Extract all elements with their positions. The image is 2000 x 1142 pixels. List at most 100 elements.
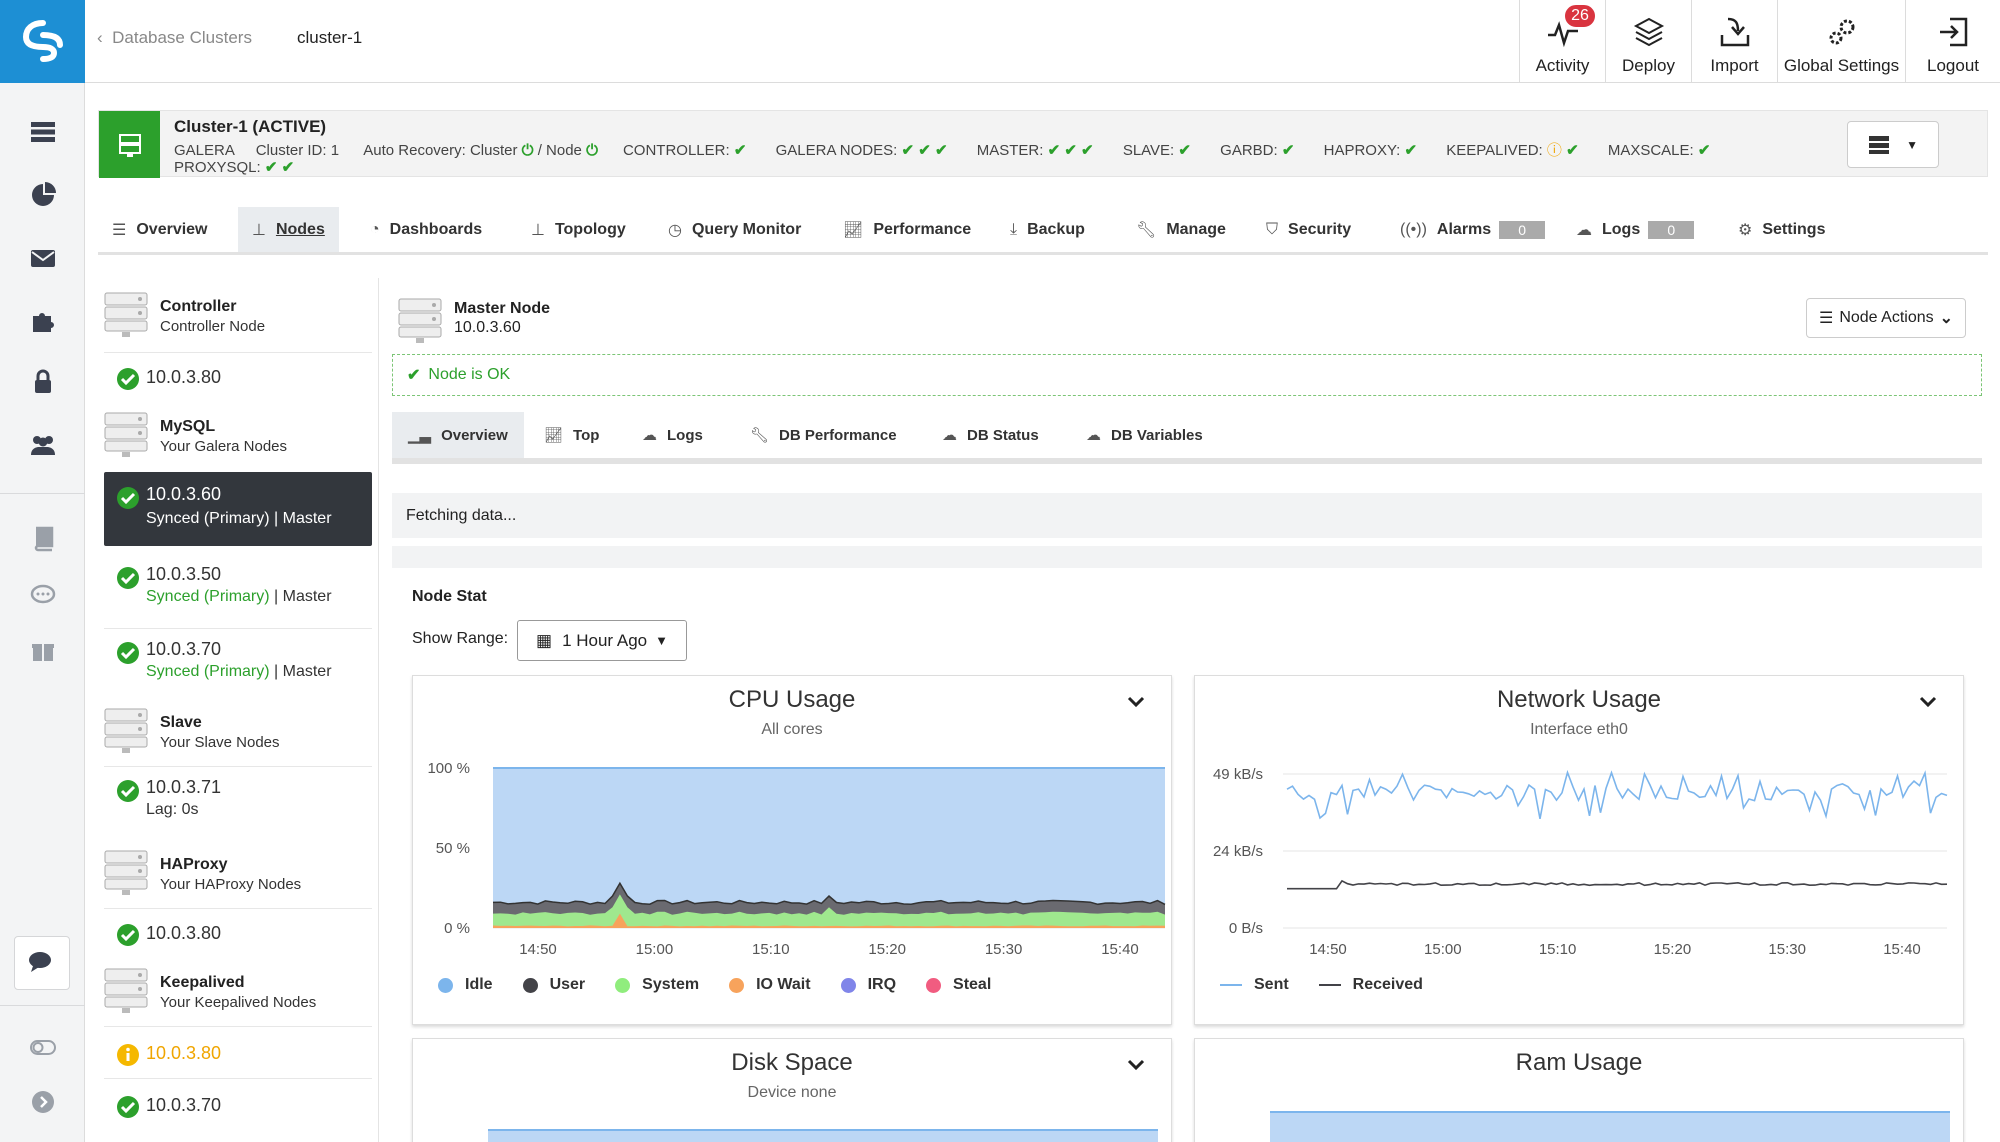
legend-item[interactable]: Steal [926, 976, 991, 994]
tab-backup-label: Backup [1027, 220, 1085, 238]
node-ip: 10.0.3.80 [146, 1043, 222, 1063]
tab-query-monitor[interactable]: ◷ Query Monitor [668, 207, 801, 252]
cluster-actions-dropdown[interactable]: ▼ [1847, 121, 1939, 168]
subtab-db-variables[interactable]: ☁︎ DB Variables [1086, 412, 1203, 458]
breadcrumb-back-link[interactable]: ‹ Database Clusters [97, 28, 252, 48]
y-tick-label: 100 % [427, 760, 470, 777]
subtab-overview-label: Overview [441, 426, 508, 444]
chevron-down-icon[interactable] [1919, 696, 1937, 708]
chart-title: Disk Space [731, 1049, 853, 1076]
node-item[interactable]: 10.0.3.80 [104, 908, 372, 960]
chevron-down-icon[interactable] [1127, 696, 1145, 708]
tab-overview[interactable]: ☰ Overview [112, 207, 208, 252]
legend-item[interactable]: Idle [438, 976, 493, 994]
cpu-usage-card: 100 % 50 % 0 % 14:50 15:00 15:10 15:20 15:30 15:… [412, 675, 1172, 1025]
legend-item[interactable]: System [615, 976, 699, 994]
tab-backup[interactable]: ⤓ Backup [1010, 207, 1085, 252]
tab-security[interactable]: ⛉ Security [1266, 207, 1351, 252]
subtab-top[interactable]: 📈︎ Top [544, 412, 599, 458]
tab-settings[interactable]: ⚙︎ Settings [1738, 207, 1825, 252]
list-icon: ☰ [112, 221, 127, 239]
legend-item[interactable]: IO Wait [729, 976, 811, 994]
subtab-db-status[interactable]: ☁︎ DB Status [942, 412, 1039, 458]
logout-button[interactable]: Logout [1905, 0, 2000, 83]
tab-nodes[interactable]: ⊥ Nodes [238, 207, 339, 252]
node-item[interactable]: 10.0.3.71 Lag: 0s [104, 766, 372, 838]
proxysql-status-label: PROXYSQL: [174, 159, 261, 176]
legend-item[interactable]: Sent [1220, 976, 1289, 994]
legend-item[interactable]: User [522, 976, 585, 994]
group-title: MySQL [160, 418, 216, 435]
global-settings-button[interactable]: Global Settings [1777, 0, 1905, 83]
chart-subtitle: Interface eth0 [1530, 721, 1628, 738]
subtab-logs[interactable]: ☁︎ Logs [642, 412, 703, 458]
node-item[interactable]: 10.0.3.70 [104, 1078, 372, 1130]
tab-dashboards[interactable]: ◔ Dashboards [370, 207, 482, 252]
tab-logs[interactable]: ☁︎ Logs 0 [1576, 207, 1695, 252]
node-ip: 10.0.3.50 [146, 564, 222, 584]
subtab-db-performance-label: DB Performance [779, 426, 897, 444]
book-icon[interactable] [0, 518, 85, 558]
y-tick-label: 24 kB/s [1213, 843, 1263, 860]
legend-item[interactable]: IRQ [840, 976, 896, 994]
legend-label: System [642, 976, 700, 993]
node-item[interactable]: 10.0.3.50 Synced (Primary) | Master [104, 554, 372, 628]
line-chart-icon: 📈︎ [843, 221, 864, 239]
comments-icon [29, 952, 51, 972]
x-tick-label: 15:30 [1768, 941, 1806, 958]
series-received-line [1287, 879, 1948, 890]
activity-button[interactable]: 26 Activity [1519, 0, 1605, 83]
shield-icon: ⛉ [1266, 220, 1279, 238]
group-subtitle: Your HAProxy Nodes [160, 876, 302, 893]
legend-label: Idle [465, 976, 493, 993]
toggle-icon[interactable] [0, 1027, 85, 1067]
lock-icon[interactable] [0, 362, 85, 402]
legend-item[interactable]: Received [1318, 976, 1423, 994]
auto-recovery-node-label: / Node [537, 142, 582, 159]
tab-manage[interactable]: 🔧︎ Manage [1136, 207, 1226, 252]
server-icon [398, 298, 442, 343]
chat-bubble-icon[interactable] [0, 575, 85, 615]
node-status-text: Node is OK [428, 366, 511, 383]
node-role: | Master [274, 663, 332, 680]
tab-alarms[interactable]: ((•)) Alarms 0 [1400, 207, 1546, 252]
node-item-selected[interactable]: 10.0.3.60 Synced (Primary) | Master [104, 472, 372, 546]
chart-subtitle: All cores [761, 721, 823, 738]
users-icon[interactable] [0, 425, 85, 465]
node-actions-dropdown[interactable]: ☰ Node Actions ⌄ [1806, 298, 1966, 338]
server-icon [104, 412, 148, 457]
legend-swatch [615, 977, 631, 993]
clusters-list-icon[interactable] [0, 112, 85, 152]
master-status-label: MASTER: [976, 142, 1044, 159]
deploy-button[interactable]: Deploy [1605, 0, 1691, 83]
subtab-db-status-label: DB Status [967, 426, 1039, 444]
chevron-down-icon: ⌄ [1939, 310, 1954, 327]
pie-chart-icon[interactable] [0, 175, 85, 215]
range-select[interactable]: ▦ 1 Hour Ago ▼ [517, 620, 687, 661]
import-button[interactable]: Import [1691, 0, 1777, 83]
group-subtitle: Your Galera Nodes [160, 438, 288, 455]
legend-swatch [1318, 984, 1341, 986]
group-subtitle: Your Slave Nodes [160, 734, 280, 751]
tab-performance[interactable]: 📈︎ Performance [843, 207, 971, 252]
mail-icon[interactable] [0, 238, 85, 278]
node-item[interactable]: 10.0.3.80 [104, 352, 372, 404]
tab-topology[interactable]: ⊥ Topology [531, 207, 626, 252]
cluster-status-icon [99, 111, 160, 178]
gift-icon[interactable] [0, 630, 85, 670]
subtab-overview[interactable]: ▁▃ Overview [392, 412, 524, 458]
puzzle-icon[interactable] [0, 300, 85, 340]
power-icon[interactable]: ⏻ [586, 142, 598, 159]
chevron-down-icon[interactable] [1127, 1059, 1145, 1071]
node-stat-title: Node Stat [412, 588, 487, 605]
subtab-db-performance[interactable]: 🔧︎ DB Performance [750, 412, 897, 458]
app-logo[interactable] [0, 0, 85, 83]
legend-swatch [1220, 984, 1242, 986]
chat-button[interactable] [14, 936, 70, 990]
expand-sidebar-icon[interactable] [0, 1082, 85, 1122]
power-icon[interactable]: ⏻ [522, 142, 534, 159]
node-item[interactable]: 10.0.3.70 Synced (Primary) | Master [104, 628, 372, 702]
legend-swatch [522, 977, 538, 993]
node-item[interactable]: 10.0.3.80 [104, 1026, 372, 1078]
range-value: 1 Hour Ago [562, 630, 648, 650]
